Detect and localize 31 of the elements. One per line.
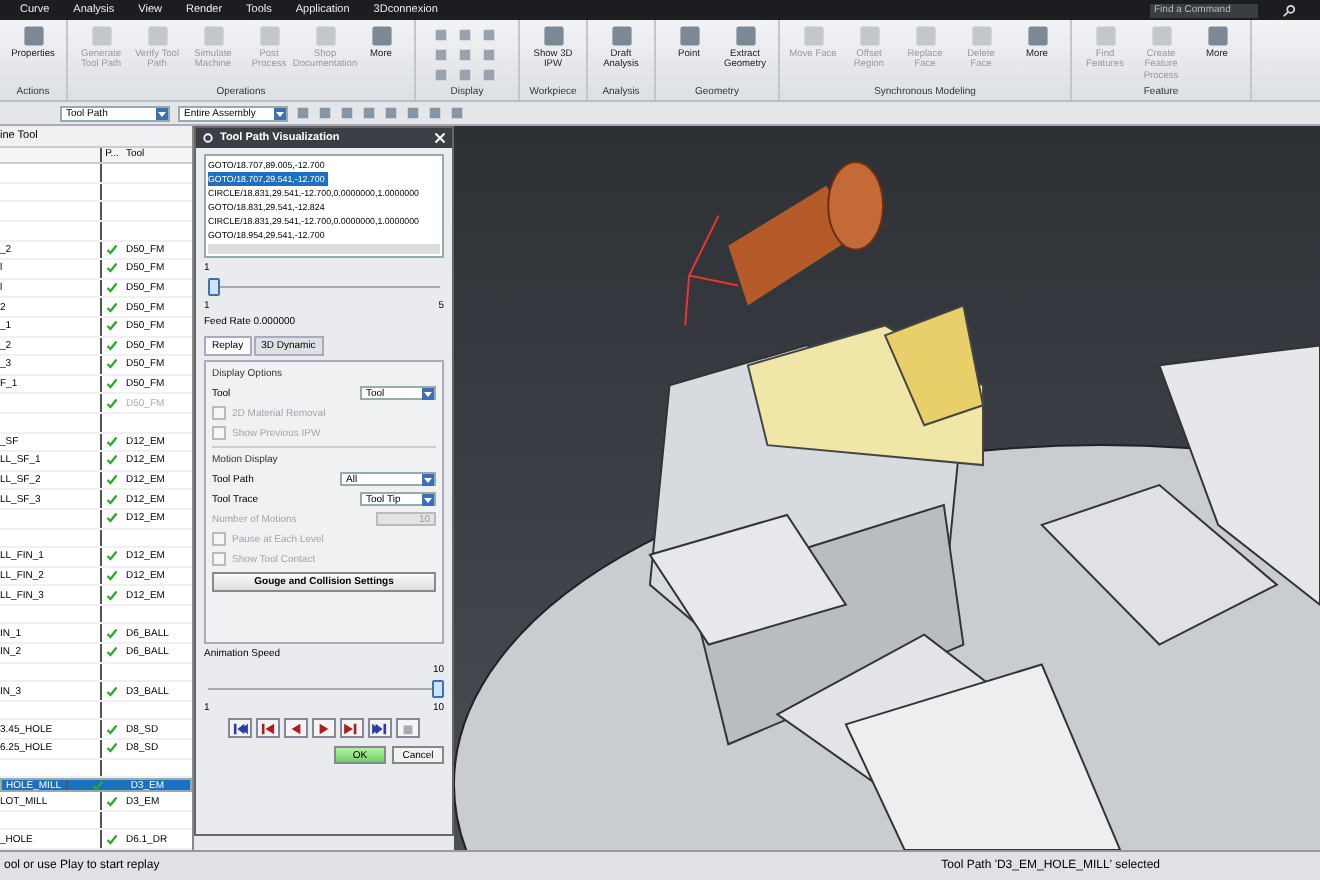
search-icon[interactable] [1282, 3, 1296, 17]
last-icon [372, 721, 388, 735]
last-button[interactable] [368, 718, 392, 738]
play-icon [316, 721, 332, 735]
slider-thumb[interactable] [432, 680, 444, 698]
block-icon [369, 24, 393, 48]
step-back-icon [260, 721, 276, 735]
slider-thumb[interactable] [208, 278, 220, 296]
dropdown-arrow-icon [274, 107, 286, 119]
block-icon [1025, 24, 1049, 48]
step-forward-button[interactable] [340, 718, 364, 738]
reverse-button[interactable] [284, 718, 308, 738]
play-button[interactable] [312, 718, 336, 738]
close-icon[interactable] [434, 132, 446, 144]
block-icon [733, 24, 757, 48]
dropdown-arrow-icon [156, 107, 168, 119]
dropdown-arrow-icon [422, 387, 434, 399]
dropdown-arrow-icon [422, 473, 434, 485]
first-button[interactable] [228, 718, 252, 738]
reverse-icon [288, 721, 304, 735]
block-icon [21, 24, 45, 48]
block-icon [1205, 24, 1229, 48]
block-icon [609, 24, 633, 48]
block-icon [541, 24, 565, 48]
block-icon [677, 24, 701, 48]
step-forward-icon [344, 721, 360, 735]
step-back-button[interactable] [256, 718, 280, 738]
first-icon [232, 721, 248, 735]
scroll-bar[interactable] [208, 244, 440, 254]
dropdown-arrow-icon [422, 493, 434, 505]
stop-icon [400, 721, 416, 735]
